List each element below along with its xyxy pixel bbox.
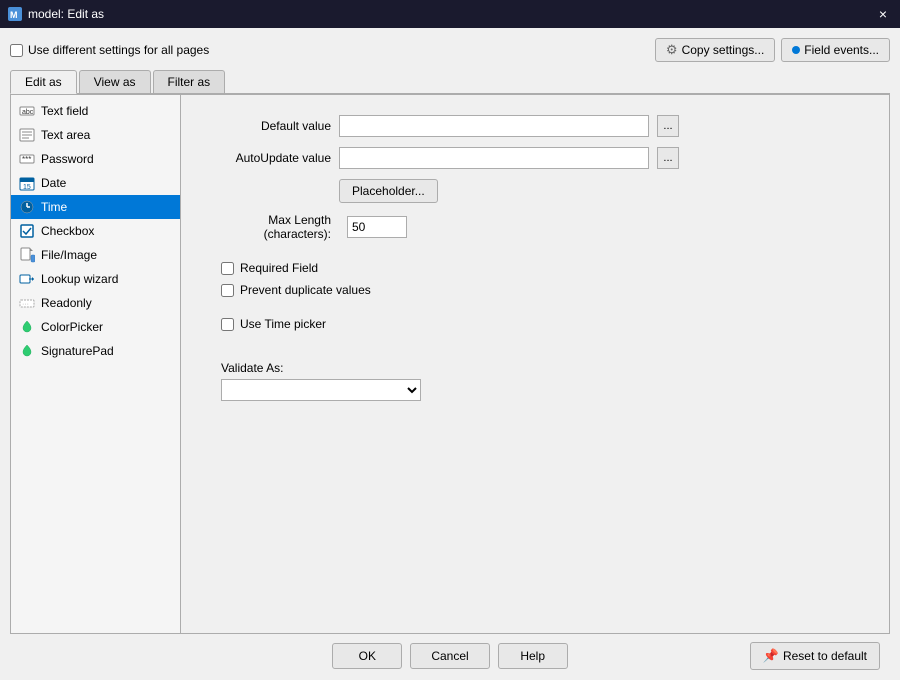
default-value-label: Default value (211, 119, 331, 133)
checkbox-icon (19, 223, 35, 239)
autoupdate-value-ellipsis-button[interactable]: ... (657, 147, 679, 169)
readonly-icon: ··· (19, 295, 35, 311)
time-icon (19, 199, 35, 215)
field-events-button[interactable]: Field events... (781, 38, 890, 62)
max-length-row: Max Length (characters): (211, 213, 859, 241)
bottom-center-buttons: OK Cancel Help (332, 643, 567, 669)
different-settings-checkbox[interactable] (10, 44, 23, 57)
sidebar-item-time[interactable]: Time (11, 195, 180, 219)
pin-icon: 📌 (763, 648, 779, 664)
use-time-picker-row: Use Time picker (221, 317, 859, 331)
reset-to-default-button[interactable]: 📌 Reset to default (750, 642, 880, 670)
sidebar-item-checkbox[interactable]: Checkbox (11, 219, 180, 243)
text-field-icon: abc (19, 103, 35, 119)
title-text: model: Edit as (28, 7, 104, 21)
sidebar-item-text-field[interactable]: abc Text field (11, 99, 180, 123)
title-bar: M model: Edit as × (0, 0, 900, 28)
svg-text:···: ··· (22, 301, 29, 308)
prevent-duplicate-label[interactable]: Prevent duplicate values (240, 283, 371, 297)
copy-settings-button[interactable]: ⚙ Copy settings... (655, 38, 775, 62)
sidebar-item-readonly[interactable]: ··· Readonly (11, 291, 180, 315)
different-settings-label[interactable]: Use different settings for all pages (10, 43, 209, 57)
prevent-duplicate-checkbox[interactable] (221, 284, 234, 297)
required-field-label[interactable]: Required Field (240, 261, 318, 275)
svg-text:M: M (10, 10, 18, 20)
password-icon: *** (19, 151, 35, 167)
close-button[interactable]: × (874, 5, 892, 23)
ok-button[interactable]: OK (332, 643, 402, 669)
color-picker-icon (19, 319, 35, 335)
use-time-picker-label[interactable]: Use Time picker (240, 317, 326, 331)
validate-as-label: Validate As: (221, 361, 859, 375)
sidebar-item-date[interactable]: 15 Date (11, 171, 180, 195)
main-panel: Default value ... AutoUpdate value ... P… (181, 95, 889, 633)
cancel-button[interactable]: Cancel (410, 643, 489, 669)
max-length-input[interactable] (347, 216, 407, 238)
sidebar-item-password[interactable]: *** Password (11, 147, 180, 171)
file-image-icon (19, 247, 35, 263)
default-value-input[interactable] (339, 115, 649, 137)
content-area: abc Text field Text area *** Password 15 (10, 94, 890, 634)
help-button[interactable]: Help (498, 643, 568, 669)
svg-text:15: 15 (23, 184, 31, 191)
tabs-bar: Edit as View as Filter as (10, 70, 890, 94)
required-field-row: Required Field (221, 261, 859, 275)
validate-as-section: Validate As: Email URL Number Integer (221, 361, 859, 401)
app-icon: M (8, 7, 22, 21)
sidebar-item-text-area[interactable]: Text area (11, 123, 180, 147)
sidebar-item-signature-pad[interactable]: SignaturePad (11, 339, 180, 363)
date-icon: 15 (19, 175, 35, 191)
placeholder-button[interactable]: Placeholder... (339, 179, 438, 203)
tab-view-as[interactable]: View as (79, 70, 151, 93)
text-area-icon (19, 127, 35, 143)
autoupdate-value-label: AutoUpdate value (211, 151, 331, 165)
top-buttons: ⚙ Copy settings... Field events... (655, 38, 890, 62)
max-length-label: Max Length (characters): (211, 213, 331, 241)
use-time-picker-checkbox[interactable] (221, 318, 234, 331)
title-left: M model: Edit as (8, 7, 104, 21)
dialog-body: Use different settings for all pages ⚙ C… (0, 28, 900, 680)
prevent-duplicate-row: Prevent duplicate values (221, 283, 859, 297)
signature-pad-icon (19, 343, 35, 359)
sidebar-item-color-picker[interactable]: ColorPicker (11, 315, 180, 339)
autoupdate-value-row: AutoUpdate value ... (211, 147, 859, 169)
default-value-row: Default value ... (211, 115, 859, 137)
svg-text:abc: abc (22, 109, 34, 116)
sidebar-item-file-image[interactable]: File/Image (11, 243, 180, 267)
bottom-bar: OK Cancel Help 📌 Reset to default (10, 634, 890, 670)
lookup-icon (19, 271, 35, 287)
autoupdate-value-input[interactable] (339, 147, 649, 169)
top-bar: Use different settings for all pages ⚙ C… (10, 38, 890, 62)
sidebar: abc Text field Text area *** Password 15 (11, 95, 181, 633)
gear-icon: ⚙ (666, 42, 678, 58)
svg-text:***: *** (22, 155, 31, 164)
default-value-ellipsis-button[interactable]: ... (657, 115, 679, 137)
tab-edit-as[interactable]: Edit as (10, 70, 77, 94)
dot-icon (792, 46, 800, 54)
sidebar-item-lookup-wizard[interactable]: Lookup wizard (11, 267, 180, 291)
validate-as-select[interactable]: Email URL Number Integer (221, 379, 421, 401)
tab-filter-as[interactable]: Filter as (153, 70, 226, 93)
required-field-checkbox[interactable] (221, 262, 234, 275)
